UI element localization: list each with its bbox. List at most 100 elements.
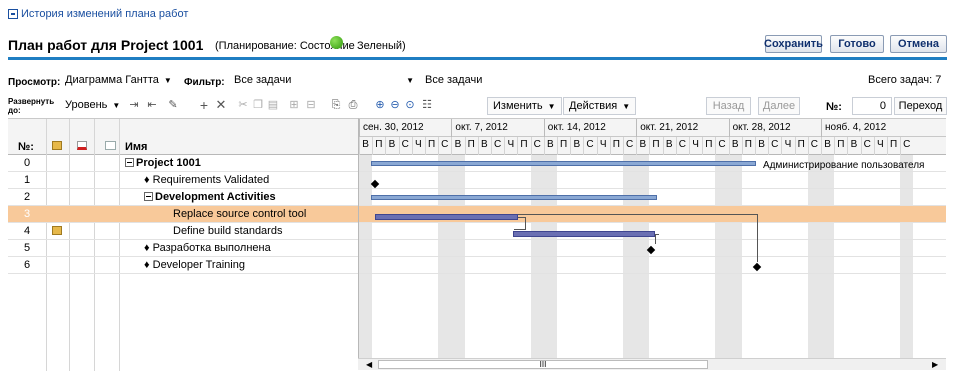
done-button[interactable]: Готово — [830, 35, 884, 53]
cut-icon[interactable]: ✂ — [237, 99, 249, 111]
day-label: Ч — [507, 139, 515, 150]
cancel-button[interactable]: Отмена — [890, 35, 947, 53]
go-button[interactable]: Переход — [894, 97, 947, 115]
filter-select[interactable]: Все задачи ▼ — [234, 71, 414, 89]
day-label: П — [520, 139, 528, 150]
delete-icon[interactable]: ✕ — [215, 98, 227, 111]
collapse-icon[interactable] — [144, 192, 153, 201]
outdent-icon[interactable]: ⇤ — [146, 99, 158, 111]
milestone-icon: ♦ — [144, 259, 150, 271]
paste-icon[interactable]: ▤ — [267, 99, 279, 111]
task-name[interactable]: Define build standards — [173, 225, 282, 237]
summary-bar[interactable] — [371, 195, 657, 200]
columns-icon[interactable]: ☷ — [421, 99, 433, 111]
day-label: Ч — [877, 139, 884, 150]
add-icon[interactable]: + — [198, 98, 210, 112]
history-icon — [8, 9, 18, 19]
scroll-left-icon[interactable]: ◀ — [366, 360, 372, 369]
dependency-line — [757, 214, 758, 262]
day-label: П — [652, 139, 660, 150]
task-name[interactable]: Development Activities — [144, 191, 276, 203]
print-icon[interactable]: ⎙ — [347, 99, 359, 111]
row-number: 3 — [23, 208, 31, 220]
gantt-chart[interactable]: сен. 30, 2012 В П В С Ч П Сокт. 7, 2012 В П В С Ч П Со… — [358, 118, 946, 370]
day-label: В — [454, 139, 462, 150]
day-label: С — [771, 139, 779, 150]
status-indicator-icon — [330, 36, 343, 49]
table-row[interactable]: 6 ♦ Developer Training — [8, 257, 358, 274]
day-label: В — [665, 139, 673, 150]
zoom-in-icon[interactable]: ⊕ — [374, 99, 386, 111]
save-button[interactable]: Сохранить — [764, 35, 823, 53]
day-label: В — [547, 139, 554, 150]
chevron-down-icon: ▼ — [622, 101, 631, 111]
scroll-thumb[interactable]: III — [378, 360, 708, 369]
warning-icon[interactable] — [52, 226, 62, 235]
page-title: План работ для Project 1001 — [8, 37, 204, 53]
scroll-right-icon[interactable]: ▶ — [932, 360, 938, 369]
zoom-out-icon[interactable]: ⊖ — [389, 99, 401, 111]
day-label: В — [758, 139, 765, 150]
view-select[interactable]: Диаграмма Гантта ▼ — [65, 71, 172, 89]
day-label: П — [744, 139, 752, 150]
day-label: С — [678, 139, 686, 150]
week-label: окт. 7, 2012 — [455, 122, 508, 133]
summary-bar[interactable] — [371, 161, 756, 166]
task-name[interactable]: ♦ Requirements Validated — [144, 174, 269, 186]
week-label: окт. 28, 2012 — [732, 122, 791, 133]
task-name-text: Define build standards — [173, 225, 283, 237]
history-link[interactable]: История изменений плана работ — [8, 8, 188, 20]
table-row[interactable]: 1 ♦ Requirements Validated — [8, 172, 358, 189]
dependency-line — [518, 214, 758, 215]
day-label: С — [810, 139, 818, 150]
day-label: В — [481, 139, 488, 150]
chevron-down-icon: ▼ — [406, 75, 414, 85]
next-button[interactable]: Далее — [758, 97, 800, 115]
indent-icon[interactable]: ⇥ — [128, 99, 140, 111]
chevron-down-icon: ▼ — [112, 100, 121, 110]
task-bar[interactable] — [375, 214, 518, 220]
actions-menu[interactable]: Действия ▼ — [563, 97, 637, 115]
edit-icon[interactable]: ✎ — [167, 99, 179, 111]
header-divider — [8, 57, 947, 60]
day-label: С — [586, 139, 594, 150]
dependency-line — [655, 234, 656, 244]
day-label: П — [705, 139, 713, 150]
task-name[interactable]: Project 1001 — [125, 157, 201, 169]
level-select[interactable]: Уровень ▼ — [65, 96, 120, 114]
day-label: В — [731, 139, 739, 150]
day-label: Ч — [692, 139, 699, 150]
table-row[interactable]: 3 Replace source control tool — [8, 206, 358, 223]
num-input[interactable]: 0 — [852, 97, 892, 115]
task-name[interactable]: Replace source control tool — [173, 208, 306, 220]
row-number: 4 — [23, 225, 31, 237]
horizontal-scrollbar[interactable]: ◀ III ▶ — [358, 358, 946, 370]
task-bar[interactable] — [513, 231, 655, 237]
export-icon[interactable]: ⎘ — [330, 99, 342, 111]
milestone-marker[interactable] — [752, 262, 762, 272]
task-name[interactable]: ♦ Разработка выполнена — [144, 242, 271, 254]
link-icon[interactable]: ⊞ — [288, 99, 300, 111]
copy-icon[interactable]: ❐ — [252, 99, 264, 111]
table-row[interactable]: 2 Development Activities — [8, 189, 358, 206]
collapse-icon[interactable] — [125, 158, 134, 167]
day-label: В — [388, 139, 396, 150]
row-number: 0 — [23, 157, 31, 169]
day-label: Ч — [415, 139, 422, 150]
zoom-fit-icon[interactable]: ⊙ — [404, 99, 416, 111]
day-label: С — [625, 139, 634, 150]
table-row[interactable]: 4 Define build standards — [8, 223, 358, 240]
grid-header: №: Имя — [8, 119, 358, 155]
back-button[interactable]: Назад — [706, 97, 751, 115]
table-row[interactable]: 5 ♦ Разработка выполнена — [8, 240, 358, 257]
day-label: Ч — [784, 139, 792, 150]
day-label: В — [362, 139, 369, 150]
day-label: С — [533, 139, 541, 150]
day-label: П — [890, 139, 898, 150]
num-label: №: — [826, 101, 842, 113]
unlink-icon[interactable]: ⊟ — [305, 99, 317, 111]
task-name[interactable]: ♦ Developer Training — [144, 259, 245, 271]
day-label: В — [573, 139, 581, 150]
change-menu[interactable]: Изменить ▼ — [487, 97, 562, 115]
table-row[interactable]: 0 Project 1001 — [8, 155, 358, 172]
